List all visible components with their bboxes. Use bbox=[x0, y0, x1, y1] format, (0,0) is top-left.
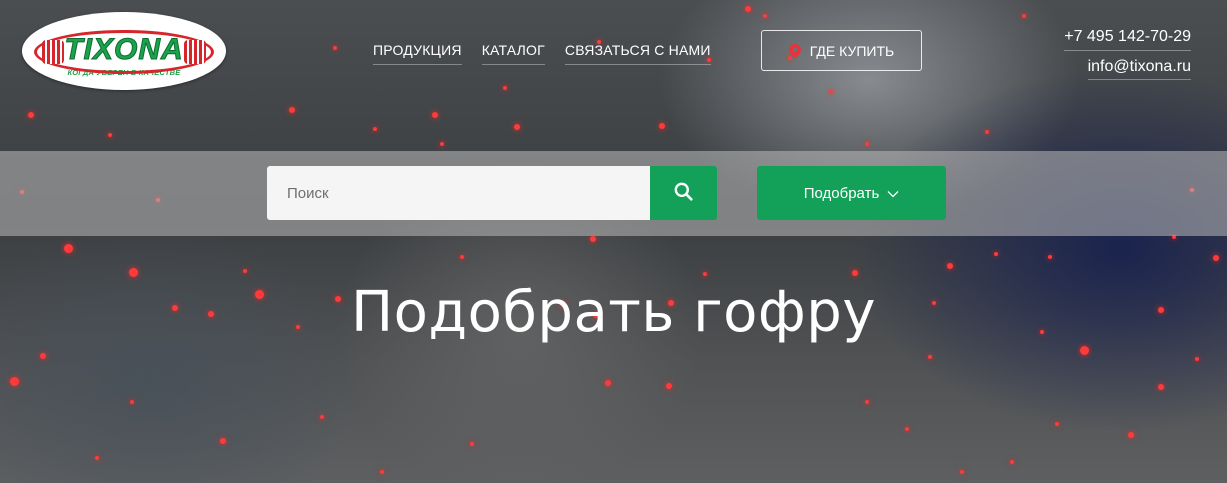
particle-dot bbox=[829, 90, 833, 94]
particle-dot bbox=[503, 86, 507, 90]
particle-dot bbox=[1080, 346, 1089, 355]
particle-dot bbox=[852, 270, 858, 276]
nav-item-products[interactable]: ПРОДУКЦИЯ bbox=[373, 42, 462, 65]
pick-button[interactable]: Подобрать bbox=[757, 166, 946, 220]
particle-dot bbox=[108, 133, 112, 137]
logo-tread-right bbox=[184, 39, 206, 64]
nav-item-contact[interactable]: СВЯЗАТЬСЯ С НАМИ bbox=[564, 42, 711, 65]
where-to-buy-label: ГДЕ КУПИТЬ bbox=[809, 42, 895, 59]
header-contacts: +7 495 142-70-29 info@tixona.ru bbox=[1064, 28, 1191, 80]
particle-dot bbox=[703, 272, 707, 276]
particle-dot bbox=[10, 377, 19, 386]
search-input[interactable] bbox=[267, 166, 651, 220]
particle-dot bbox=[432, 112, 438, 118]
pick-button-label: Подобрать bbox=[803, 184, 880, 202]
particle-dot bbox=[666, 383, 672, 389]
particle-dot bbox=[373, 127, 377, 131]
particle-dot bbox=[865, 400, 869, 404]
nav-item-catalog[interactable]: КАТАЛОГ bbox=[481, 42, 545, 65]
particle-dot bbox=[960, 470, 964, 474]
particle-dot bbox=[1213, 255, 1219, 261]
particle-dot bbox=[28, 112, 34, 118]
particle-dot bbox=[763, 14, 767, 18]
particle-dot bbox=[1010, 460, 1014, 464]
chevron-down-icon bbox=[887, 185, 899, 202]
particle-dot bbox=[1022, 14, 1026, 18]
particle-dot bbox=[985, 130, 989, 134]
particle-dot bbox=[95, 456, 99, 460]
map-pin-icon bbox=[788, 43, 801, 58]
particle-dot bbox=[1195, 357, 1199, 361]
particle-dot bbox=[333, 46, 337, 50]
particle-dot bbox=[220, 438, 226, 444]
particle-dot bbox=[1055, 422, 1059, 426]
particle-dot bbox=[1128, 432, 1134, 438]
particle-dot bbox=[1048, 255, 1052, 259]
particle-dot bbox=[928, 355, 932, 359]
particle-dot bbox=[129, 268, 138, 277]
particle-dot bbox=[243, 269, 247, 273]
logo-tread-left bbox=[42, 39, 64, 64]
particle-dot bbox=[865, 142, 869, 146]
main-nav: ПРОДУКЦИЯ КАТАЛОГ СВЯЗАТЬСЯ С НАМИ bbox=[373, 42, 711, 65]
where-to-buy-button[interactable]: ГДЕ КУПИТЬ bbox=[761, 30, 922, 71]
particle-dot bbox=[460, 255, 464, 259]
logo-emblem: TIXONA bbox=[34, 29, 214, 74]
particle-dot bbox=[905, 427, 909, 431]
particle-dot bbox=[470, 442, 474, 446]
particle-dot bbox=[289, 107, 295, 113]
email-link[interactable]: info@tixona.ru bbox=[1087, 58, 1191, 80]
particle-dot bbox=[605, 380, 611, 386]
particle-dot bbox=[440, 142, 444, 146]
particle-dot bbox=[64, 244, 73, 253]
particle-dot bbox=[380, 470, 384, 474]
search-icon bbox=[674, 182, 693, 204]
particle-dot bbox=[590, 236, 596, 242]
particle-dot bbox=[514, 124, 520, 130]
page-title: Подобрать гофру bbox=[351, 280, 876, 345]
particle-dot bbox=[659, 123, 665, 129]
logo-wordmark: TIXONA bbox=[64, 32, 184, 66]
particle-dot bbox=[947, 263, 953, 269]
search-button[interactable] bbox=[650, 166, 717, 220]
particle-dot bbox=[130, 400, 134, 404]
site-logo[interactable]: TIXONA КОГДА УВЕРЕН В КАЧЕСТВЕ bbox=[22, 12, 226, 90]
particle-dot bbox=[994, 252, 998, 256]
particle-dot bbox=[1158, 384, 1164, 390]
particle-dot bbox=[40, 353, 46, 359]
particle-dot bbox=[745, 6, 751, 12]
phone-number[interactable]: +7 495 142-70-29 bbox=[1064, 28, 1191, 51]
particle-dot bbox=[320, 415, 324, 419]
